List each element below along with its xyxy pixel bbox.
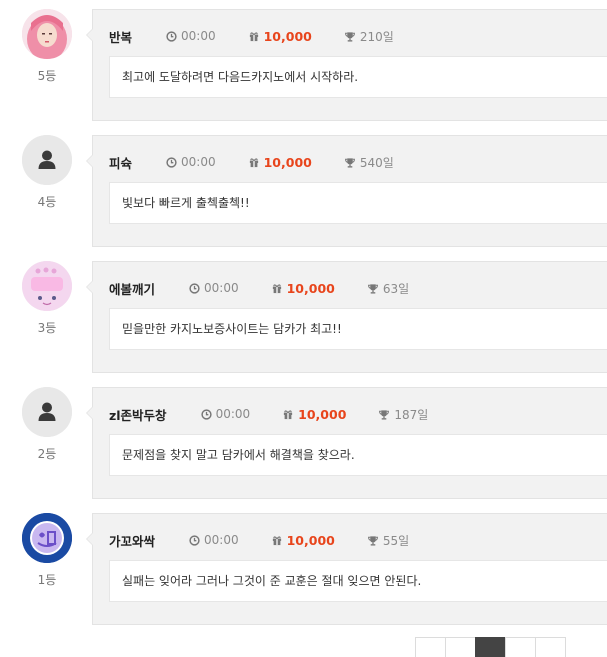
clock-icon bbox=[189, 282, 200, 294]
rank-label: 1등 bbox=[37, 573, 57, 587]
days-info: 187일 bbox=[378, 406, 428, 423]
user-name[interactable]: 피슉 bbox=[109, 153, 132, 172]
photo-avatar[interactable] bbox=[22, 9, 72, 59]
days-value: 210일 bbox=[359, 29, 394, 44]
time-value: 00:00 bbox=[204, 533, 239, 547]
days-info: 210일 bbox=[344, 28, 394, 45]
pagination bbox=[415, 637, 566, 657]
pink-cartoon-avatar[interactable] bbox=[22, 261, 72, 311]
entry-card: 반복 00:00 10,000 210일 최고에 도달하려면 다음드카지노에서 … bbox=[86, 9, 607, 121]
clock-icon bbox=[166, 156, 177, 168]
days-info: 55일 bbox=[367, 532, 409, 549]
entry-message: 최고에 도달하려면 다음드카지노에서 시작하라. bbox=[109, 56, 607, 98]
attendance-entry: 4등 피슉 00:00 10,000 540일 빛보다 빠르게 출첵출첵!! bbox=[0, 135, 607, 257]
entry-meta: 피슉 00:00 10,000 540일 bbox=[109, 153, 426, 172]
time-value: 00:00 bbox=[215, 407, 251, 421]
points-info: 10,000 bbox=[248, 29, 312, 44]
time-value: 00:00 bbox=[181, 29, 216, 43]
clock-icon bbox=[189, 534, 200, 546]
user-name[interactable]: zl존박두창 bbox=[109, 405, 167, 424]
trophy-icon bbox=[344, 157, 355, 168]
points-info: 10,000 bbox=[271, 533, 335, 548]
time-info: 00:00 bbox=[200, 407, 251, 421]
days-info: 540일 bbox=[344, 154, 394, 171]
default-user-icon[interactable] bbox=[22, 135, 72, 185]
rank-label: 2등 bbox=[37, 447, 57, 461]
time-info: 00:00 bbox=[189, 533, 239, 547]
entry-meta: zl존박두창 00:00 10,000 187일 bbox=[109, 405, 460, 424]
entry-message: 문제점을 찾지 말고 담카에서 해결책을 찾으라. bbox=[109, 434, 607, 476]
days-value: 540일 bbox=[359, 155, 394, 170]
points-value: 10,000 bbox=[286, 532, 335, 548]
points-info: 10,000 bbox=[271, 281, 335, 296]
points-info: 10,000 bbox=[248, 155, 312, 170]
days-value: 187일 bbox=[394, 407, 429, 422]
rank-label: 3등 bbox=[37, 321, 57, 335]
trophy-icon bbox=[379, 409, 390, 420]
entry-card: 피슉 00:00 10,000 540일 빛보다 빠르게 출첵출첵!! bbox=[86, 135, 607, 247]
entry-meta: 반복 00:00 10,000 210일 bbox=[109, 27, 426, 46]
gift-icon bbox=[249, 31, 258, 41]
gift-icon bbox=[272, 535, 281, 545]
time-info: 00:00 bbox=[166, 29, 216, 43]
points-value: 10,000 bbox=[263, 28, 312, 44]
points-value: 10,000 bbox=[298, 406, 347, 422]
time-value: 00:00 bbox=[181, 155, 216, 169]
days-info: 63일 bbox=[367, 280, 409, 297]
default-user-icon[interactable] bbox=[22, 387, 72, 437]
clock-icon bbox=[200, 408, 212, 420]
gift-icon bbox=[249, 157, 258, 167]
entry-card: 가꼬와싹 00:00 10,000 55일 실패는 잊어라 그러나 그것이 준 … bbox=[86, 513, 607, 625]
page-button[interactable] bbox=[415, 637, 446, 657]
user-name[interactable]: 가꼬와싹 bbox=[109, 531, 155, 550]
blue-logo-avatar[interactable] bbox=[22, 513, 72, 563]
clock-icon bbox=[166, 30, 177, 42]
gift-icon bbox=[284, 409, 293, 419]
trophy-icon bbox=[367, 283, 378, 294]
time-info: 00:00 bbox=[189, 281, 239, 295]
page-button-current[interactable] bbox=[475, 637, 506, 657]
user-name[interactable]: 에볼깨기 bbox=[109, 279, 155, 298]
time-value: 00:00 bbox=[204, 281, 239, 295]
attendance-entry: 1등 가꼬와싹 00:00 10,000 55일 실패는 잊어라 그러나 그것이… bbox=[0, 513, 607, 635]
trophy-icon bbox=[367, 535, 378, 546]
rank-label: 4등 bbox=[37, 195, 57, 209]
entry-card: 에볼깨기 00:00 10,000 63일 믿을만한 카지노보증사이트는 담카가… bbox=[86, 261, 607, 373]
attendance-entry: 2등 zl존박두창 00:00 10,000 187일 문제점을 찾지 말고 담… bbox=[0, 387, 607, 509]
days-value: 63일 bbox=[382, 281, 410, 296]
attendance-entry: 3등 에볼깨기 00:00 10,000 63일 믿을만한 카지노보증사이트는 … bbox=[0, 261, 607, 383]
points-value: 10,000 bbox=[263, 154, 312, 170]
entry-meta: 가꼬와싹 00:00 10,000 55일 bbox=[109, 531, 441, 550]
days-value: 55일 bbox=[382, 533, 410, 548]
page-button[interactable] bbox=[505, 637, 536, 657]
points-value: 10,000 bbox=[286, 280, 335, 296]
entry-card: zl존박두창 00:00 10,000 187일 문제점을 찾지 말고 담카에서… bbox=[86, 387, 607, 499]
page-button[interactable] bbox=[445, 637, 476, 657]
entry-message: 실패는 잊어라 그러나 그것이 준 교훈은 절대 잊으면 안된다. bbox=[109, 560, 607, 602]
time-info: 00:00 bbox=[166, 155, 216, 169]
user-name[interactable]: 반복 bbox=[109, 27, 132, 46]
rank-label: 5등 bbox=[37, 69, 57, 83]
gift-icon bbox=[272, 283, 281, 293]
page-button[interactable] bbox=[535, 637, 566, 657]
points-info: 10,000 bbox=[282, 407, 346, 422]
attendance-entry: 5등 반복 00:00 10,000 210일 최고에 도달하려면 다음드카지노… bbox=[0, 9, 607, 131]
trophy-icon bbox=[344, 31, 355, 42]
entry-message: 믿을만한 카지노보증사이트는 담카가 최고!! bbox=[109, 308, 607, 350]
entry-meta: 에볼깨기 00:00 10,000 63일 bbox=[109, 279, 441, 298]
entry-message: 빛보다 빠르게 출첵출첵!! bbox=[109, 182, 607, 224]
